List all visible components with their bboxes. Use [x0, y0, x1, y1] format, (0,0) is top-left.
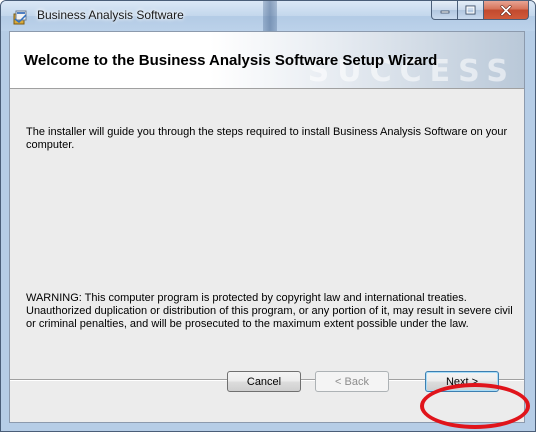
title-bar[interactable]: Business Analysis Software	[1, 1, 535, 31]
cancel-button[interactable]: Cancel	[227, 371, 301, 392]
maximize-button[interactable]	[458, 1, 484, 20]
back-button[interactable]: < Back	[315, 371, 389, 392]
wizard-client-area: SUCCESS Welcome to the Business Analysis…	[9, 31, 525, 423]
installer-window: Business Analysis Software SUCCESS Welco…	[0, 0, 536, 432]
window-title: Business Analysis Software	[37, 8, 184, 22]
intro-text: The installer will guide you through the…	[26, 126, 508, 151]
maximize-icon	[465, 5, 476, 15]
page-title: Welcome to the Business Analysis Softwar…	[24, 52, 438, 69]
close-button[interactable]	[484, 1, 529, 20]
window-controls	[431, 1, 529, 21]
wizard-banner: SUCCESS Welcome to the Business Analysis…	[10, 32, 524, 89]
close-icon	[500, 4, 512, 16]
title-bar-decoration	[263, 1, 277, 31]
minimize-button[interactable]	[431, 1, 458, 20]
minimize-icon	[440, 10, 449, 14]
installer-app-icon	[13, 10, 27, 25]
copyright-warning-text: WARNING: This computer program is protec…	[26, 292, 513, 330]
next-button[interactable]: Next >	[425, 371, 499, 392]
